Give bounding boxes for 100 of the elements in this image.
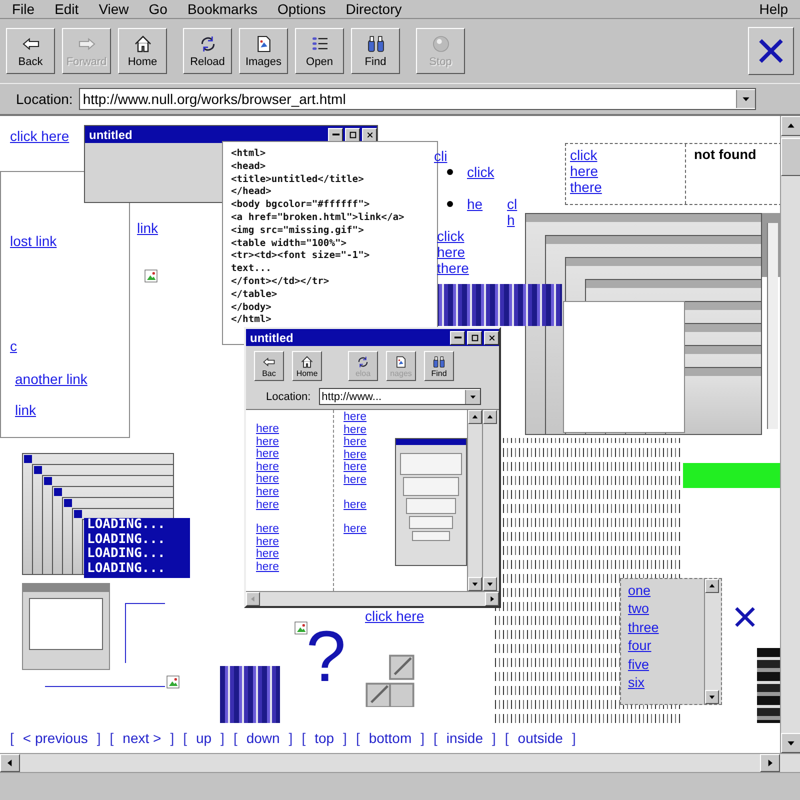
link[interactable]: here xyxy=(256,536,280,548)
nav-link[interactable]: next > xyxy=(122,730,162,746)
close-button[interactable] xyxy=(484,330,499,344)
link[interactable]: click xyxy=(467,164,494,180)
scroll-up-button[interactable] xyxy=(781,116,800,136)
minimize-button[interactable] xyxy=(450,330,465,344)
link[interactable]: there xyxy=(570,179,602,195)
link[interactable]: here xyxy=(256,473,280,486)
link[interactable]: link xyxy=(15,402,36,418)
list-item[interactable]: three xyxy=(628,620,659,635)
nav-link[interactable]: < previous xyxy=(22,730,88,746)
link[interactable]: here xyxy=(344,474,367,487)
link[interactable]: click xyxy=(570,147,598,163)
menu-item[interactable]: Edit xyxy=(44,1,89,17)
link[interactable]: here xyxy=(256,486,280,499)
code-line: <html> xyxy=(231,148,267,161)
scroll-left-button[interactable] xyxy=(246,592,260,606)
nav-link[interactable]: outside xyxy=(518,730,563,746)
link[interactable]: here xyxy=(344,424,367,436)
list-item[interactable]: six xyxy=(628,674,644,690)
broken-image-icon xyxy=(165,674,181,690)
scrollbar-thumb[interactable] xyxy=(781,138,800,176)
link[interactable]: here xyxy=(256,523,280,536)
link[interactable]: h xyxy=(507,212,515,228)
link[interactable]: there xyxy=(437,260,469,276)
nav-link[interactable]: up xyxy=(196,730,212,746)
menu-item[interactable]: Go xyxy=(138,1,178,17)
reload-button[interactable]: Reload xyxy=(183,28,232,74)
link[interactable]: here xyxy=(344,448,367,462)
down-caret-icon xyxy=(708,693,716,701)
location-field[interactable]: http://www.null.org/works/browser_art.html xyxy=(78,88,756,110)
bracket: ] xyxy=(572,730,576,746)
link[interactable]: click here xyxy=(10,128,70,144)
link[interactable]: here xyxy=(256,498,280,512)
bracket: ] xyxy=(220,730,224,746)
window-title: untitled xyxy=(89,128,134,142)
nav-link[interactable]: inside xyxy=(446,730,484,746)
nav-link[interactable]: top xyxy=(314,730,334,746)
link[interactable]: here xyxy=(344,498,367,512)
link[interactable]: here xyxy=(256,560,280,574)
link[interactable]: here xyxy=(437,244,466,260)
link[interactable]: click xyxy=(437,228,464,244)
scroll-up-button[interactable] xyxy=(705,579,719,593)
menu-item[interactable]: File xyxy=(2,1,45,17)
nav-link[interactable]: bottom xyxy=(368,730,412,746)
location-field[interactable]: http://www... xyxy=(318,388,481,405)
link[interactable]: he xyxy=(467,196,483,212)
maximize-button[interactable] xyxy=(467,330,482,344)
menu-item[interactable]: Help xyxy=(749,1,798,17)
link[interactable]: here xyxy=(256,423,280,436)
scroll-left-button[interactable] xyxy=(0,754,20,772)
home-icon xyxy=(132,34,152,54)
scroll-down-button[interactable] xyxy=(468,577,482,591)
back-button[interactable]: Bac xyxy=(254,351,284,381)
link[interactable]: cli xyxy=(434,148,448,164)
scroll-down-button[interactable] xyxy=(705,690,719,704)
menu-item[interactable]: Options xyxy=(268,1,336,17)
scroll-right-button[interactable] xyxy=(485,592,499,606)
location-label: Location: xyxy=(266,390,311,402)
link[interactable]: here xyxy=(256,448,280,461)
list-item[interactable]: two xyxy=(628,601,650,616)
close-button[interactable] xyxy=(362,128,377,142)
link[interactable]: here xyxy=(256,548,280,561)
menu-item[interactable]: View xyxy=(88,1,139,17)
link[interactable]: cl xyxy=(507,196,518,212)
back-button[interactable]: Back xyxy=(6,28,55,74)
menu-item[interactable]: Directory xyxy=(336,1,412,17)
list-item[interactable]: four xyxy=(628,638,652,654)
maximize-button[interactable] xyxy=(345,128,360,142)
minimize-button[interactable] xyxy=(328,128,343,142)
link[interactable]: c xyxy=(10,338,17,354)
scroll-up-button[interactable] xyxy=(468,410,482,424)
list-item[interactable]: one xyxy=(628,583,651,598)
link[interactable]: here xyxy=(344,436,367,449)
home-button[interactable]: Home xyxy=(118,28,167,74)
link[interactable]: here xyxy=(344,411,367,424)
list-item[interactable]: five xyxy=(628,656,650,672)
close-button[interactable] xyxy=(748,27,794,75)
link[interactable]: here xyxy=(344,523,367,536)
table-cell-text: not found xyxy=(693,146,758,164)
link[interactable]: here xyxy=(256,436,280,448)
link[interactable]: here xyxy=(570,163,598,179)
find-button[interactable]: Find xyxy=(424,351,454,381)
scroll-down-button[interactable] xyxy=(781,733,800,753)
scroll-down-button[interactable] xyxy=(483,577,498,591)
open-button[interactable]: Open xyxy=(295,28,344,74)
bracket: ] xyxy=(420,730,425,746)
find-button[interactable]: Find xyxy=(351,28,400,74)
menu-item[interactable]: Bookmarks xyxy=(177,1,268,17)
nav-link[interactable]: down xyxy=(246,730,280,746)
home-button[interactable]: Home xyxy=(292,351,322,381)
images-button[interactable]: Images xyxy=(239,28,288,74)
link[interactable]: lost link xyxy=(10,233,57,249)
scroll-up-button[interactable] xyxy=(483,410,498,424)
link[interactable]: another link xyxy=(15,371,88,387)
link[interactable]: click here xyxy=(365,608,424,624)
link[interactable]: here xyxy=(256,460,280,474)
link[interactable]: here xyxy=(344,461,367,474)
scroll-right-button[interactable] xyxy=(760,754,780,772)
link[interactable]: link xyxy=(137,220,158,236)
